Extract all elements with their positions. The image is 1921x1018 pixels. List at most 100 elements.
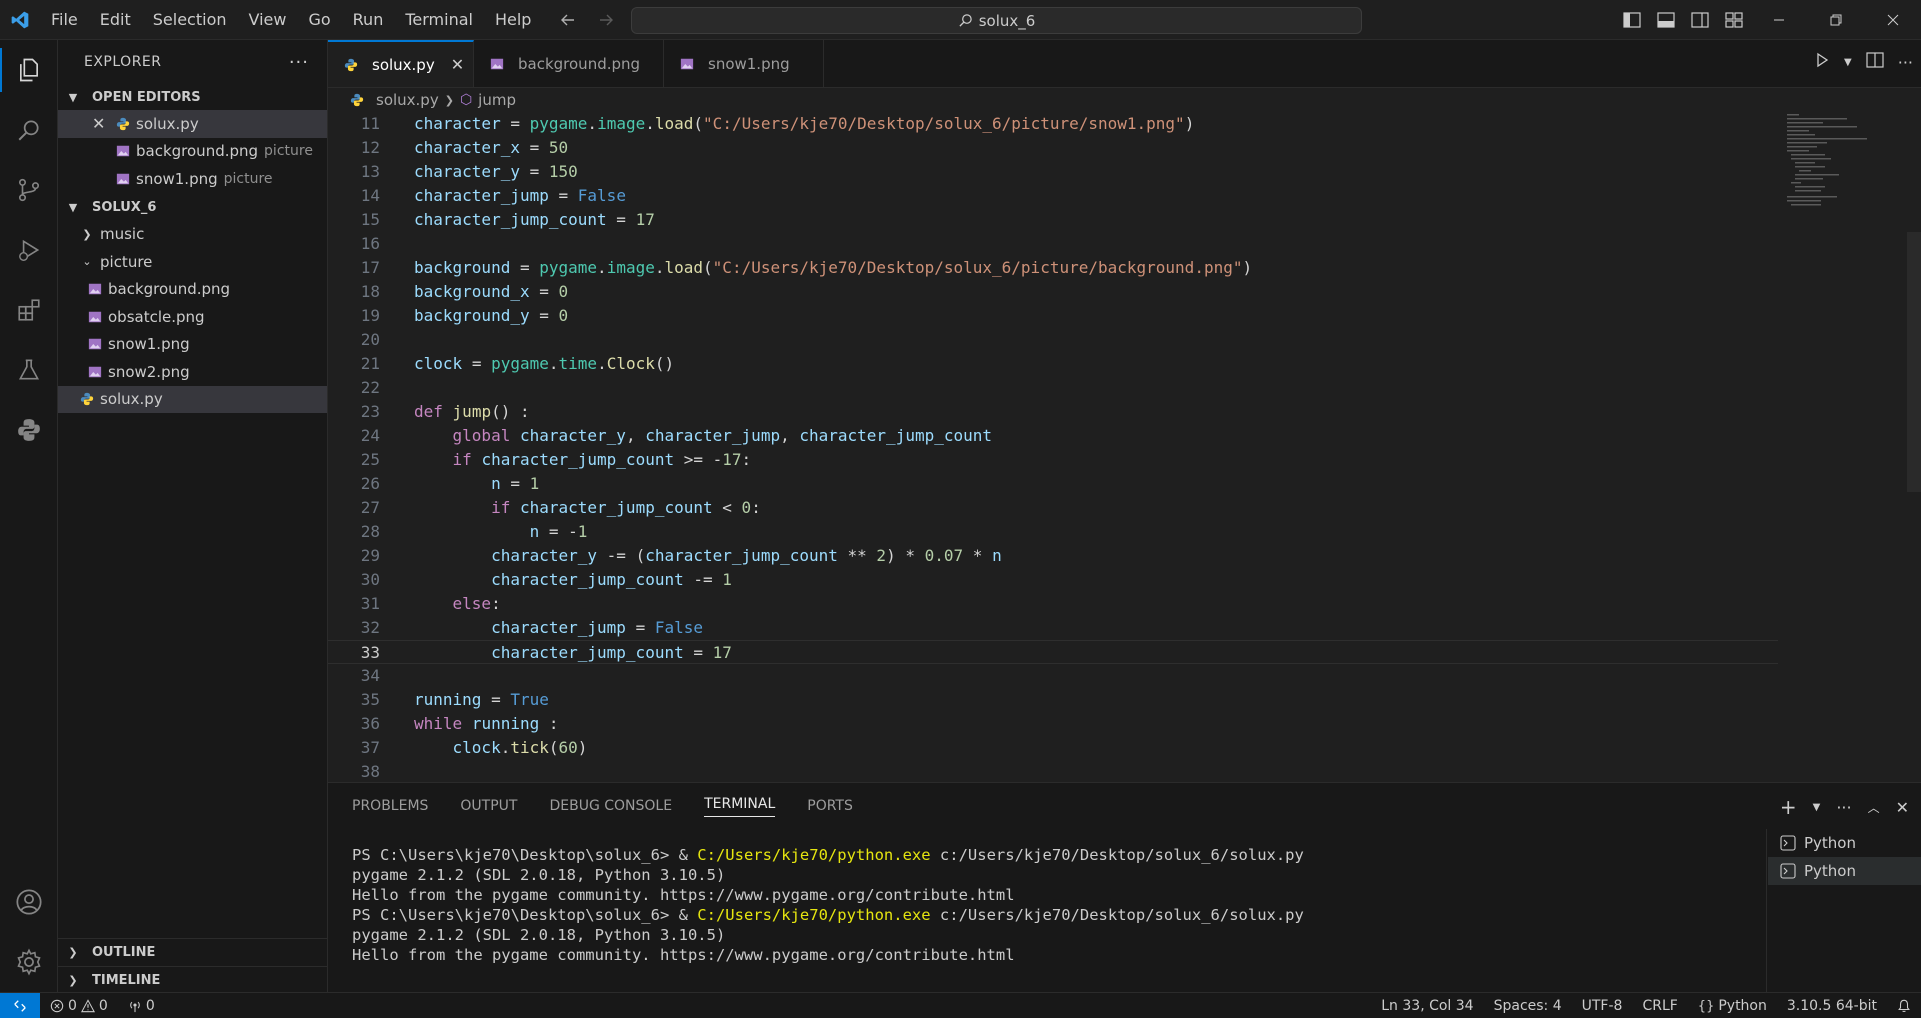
menu-terminal[interactable]: Terminal <box>394 0 484 40</box>
code-line[interactable]: 29 character_y -= (character_jump_count … <box>328 544 1778 568</box>
notifications-bell-icon[interactable] <box>1887 993 1921 1018</box>
settings-gear-icon[interactable] <box>0 932 58 992</box>
maximize-panel-icon[interactable]: ︿ <box>1868 799 1880 816</box>
code-line[interactable]: 18 background_x = 0 <box>328 280 1778 304</box>
toggle-secondary-sidebar-icon[interactable] <box>1688 8 1712 32</box>
tab-output[interactable]: OUTPUT <box>460 798 517 814</box>
timeline-header[interactable]: ❯ TIMELINE <box>58 967 328 993</box>
toggle-panel-icon[interactable] <box>1654 8 1678 32</box>
minimize-icon[interactable] <box>1750 0 1807 40</box>
accounts-icon[interactable] <box>0 872 58 932</box>
command-center-search[interactable]: solux_6 <box>631 7 1362 34</box>
close-tab-icon[interactable]: ✕ <box>451 55 464 74</box>
code-line[interactable]: 34 <box>328 664 1778 688</box>
new-terminal-plus-icon[interactable]: + <box>1780 795 1797 819</box>
open-editor-item[interactable]: snow1.png picture <box>58 165 327 193</box>
remote-indicator-icon[interactable] <box>0 992 40 1018</box>
chevron-down-icon[interactable]: ▼ <box>1813 802 1821 813</box>
end-of-line[interactable]: CRLF <box>1632 993 1687 1018</box>
extensions-icon[interactable] <box>0 280 58 340</box>
terminal-instance[interactable]: Python <box>1768 829 1921 857</box>
code-line[interactable]: 11 character = pygame.image.load("C:/User… <box>328 112 1778 136</box>
close-window-icon[interactable] <box>1864 0 1921 40</box>
code-line[interactable]: 28 n = -1 <box>328 520 1778 544</box>
code-line[interactable]: 26 n = 1 <box>328 472 1778 496</box>
code-line[interactable]: 12 character_x = 50 <box>328 136 1778 160</box>
explorer-icon[interactable] <box>0 40 58 100</box>
code-line[interactable]: 31 else: <box>328 592 1778 616</box>
more-actions-icon[interactable]: ··· <box>1898 53 1913 72</box>
run-and-debug-icon[interactable] <box>0 220 58 280</box>
python-icon[interactable] <box>0 400 58 460</box>
toggle-primary-sidebar-icon[interactable] <box>1620 8 1644 32</box>
cursor-position[interactable]: Ln 33, Col 34 <box>1371 993 1483 1018</box>
close-panel-icon[interactable]: ✕ <box>1896 798 1909 817</box>
code-line[interactable]: 19 background_y = 0 <box>328 304 1778 328</box>
code-line[interactable]: 16 <box>328 232 1778 256</box>
code-line[interactable]: 30 character_jump_count -= 1 <box>328 568 1778 592</box>
code-line[interactable]: 38 <box>328 760 1778 782</box>
menu-selection[interactable]: Selection <box>142 0 238 40</box>
chevron-down-icon[interactable]: ▼ <box>1844 57 1852 68</box>
tree-file[interactable]: snow2.png <box>58 358 327 386</box>
tab-terminal[interactable]: TERMINAL <box>704 796 776 817</box>
run-python-file-icon[interactable] <box>1814 52 1830 72</box>
more-actions-icon[interactable]: ··· <box>1836 798 1851 817</box>
code-line[interactable]: 15 character_jump_count = 17 <box>328 208 1778 232</box>
indentation[interactable]: Spaces: 4 <box>1484 993 1572 1018</box>
tree-file[interactable]: obsatcle.png <box>58 303 327 331</box>
problems-indicator[interactable]: 0 0 <box>40 993 118 1018</box>
menu-help[interactable]: Help <box>484 0 542 40</box>
forward-arrow-icon[interactable] <box>594 8 618 32</box>
menu-view[interactable]: View <box>238 0 298 40</box>
menu-run[interactable]: Run <box>342 0 395 40</box>
minimap[interactable] <box>1773 112 1893 782</box>
terminal-instance[interactable]: Python <box>1768 857 1921 885</box>
back-arrow-icon[interactable] <box>556 8 580 32</box>
code-line[interactable]: 37 clock.tick(60) <box>328 736 1778 760</box>
tree-file[interactable]: solux.py <box>58 385 327 413</box>
terminal-output[interactable]: PS C:\Users\kje70\Desktop\solux_6> & C:/… <box>352 845 1752 965</box>
python-interpreter[interactable]: 3.10.5 64-bit <box>1777 993 1887 1018</box>
search-icon[interactable] <box>0 100 58 160</box>
menu-edit[interactable]: Edit <box>89 0 142 40</box>
code-line[interactable]: 35 running = True <box>328 688 1778 712</box>
tab-debug-console[interactable]: DEBUG CONSOLE <box>549 798 672 814</box>
code-line[interactable]: 27 if character_jump_count < 0: <box>328 496 1778 520</box>
code-line[interactable]: 36 while running : <box>328 712 1778 736</box>
code-line[interactable]: 32 character_jump = False <box>328 616 1778 640</box>
open-editor-item[interactable]: ✕ solux.py <box>58 110 327 138</box>
code-editor[interactable]: 11 character = pygame.image.load("C:/User… <box>328 112 1921 782</box>
project-header[interactable]: ▼ SOLUX_6 <box>58 195 327 221</box>
outline-header[interactable]: ❯ OUTLINE <box>58 939 328 965</box>
breadcrumb-file[interactable]: solux.py <box>376 91 439 109</box>
tree-folder-music[interactable]: ❯ music <box>58 221 327 249</box>
more-actions-icon[interactable]: ··· <box>289 52 309 73</box>
code-line[interactable]: 24 global character_y, character_jump, c… <box>328 424 1778 448</box>
breadcrumb-symbol[interactable]: jump <box>478 91 516 109</box>
outline-section[interactable]: ❯ OUTLINE <box>58 938 328 965</box>
code-line[interactable]: 25 if character_jump_count >= -17: <box>328 448 1778 472</box>
code-line[interactable]: 22 <box>328 376 1778 400</box>
code-line[interactable]: 17 background = pygame.image.load("C:/Use… <box>328 256 1778 280</box>
menu-go[interactable]: Go <box>297 0 341 40</box>
language-mode[interactable]: {} Python <box>1688 993 1777 1018</box>
restore-icon[interactable] <box>1807 0 1864 40</box>
testing-flask-icon[interactable] <box>0 340 58 400</box>
code-line[interactable]: 13 character_y = 150 <box>328 160 1778 184</box>
tree-file[interactable]: background.png <box>58 276 327 304</box>
tree-folder-picture[interactable]: ⌄ picture <box>58 248 327 276</box>
timeline-section[interactable]: ❯ TIMELINE <box>58 966 328 993</box>
open-editor-item[interactable]: background.png picture <box>58 138 327 166</box>
customize-layout-icon[interactable] <box>1722 8 1746 32</box>
encoding[interactable]: UTF-8 <box>1572 993 1633 1018</box>
code-line[interactable]: 14 character_jump = False <box>328 184 1778 208</box>
tab-ports[interactable]: PORTS <box>807 798 853 814</box>
tab-snow1-png[interactable]: snow1.png <box>664 40 824 87</box>
source-control-icon[interactable] <box>0 160 58 220</box>
tab-solux-py[interactable]: solux.py ✕ <box>328 40 474 87</box>
code-line[interactable]: 33 character_jump_count = 17 <box>328 640 1778 664</box>
code-line[interactable]: 21 clock = pygame.time.Clock() <box>328 352 1778 376</box>
close-icon[interactable]: ✕ <box>92 114 108 133</box>
vertical-scrollbar[interactable] <box>1907 232 1921 492</box>
